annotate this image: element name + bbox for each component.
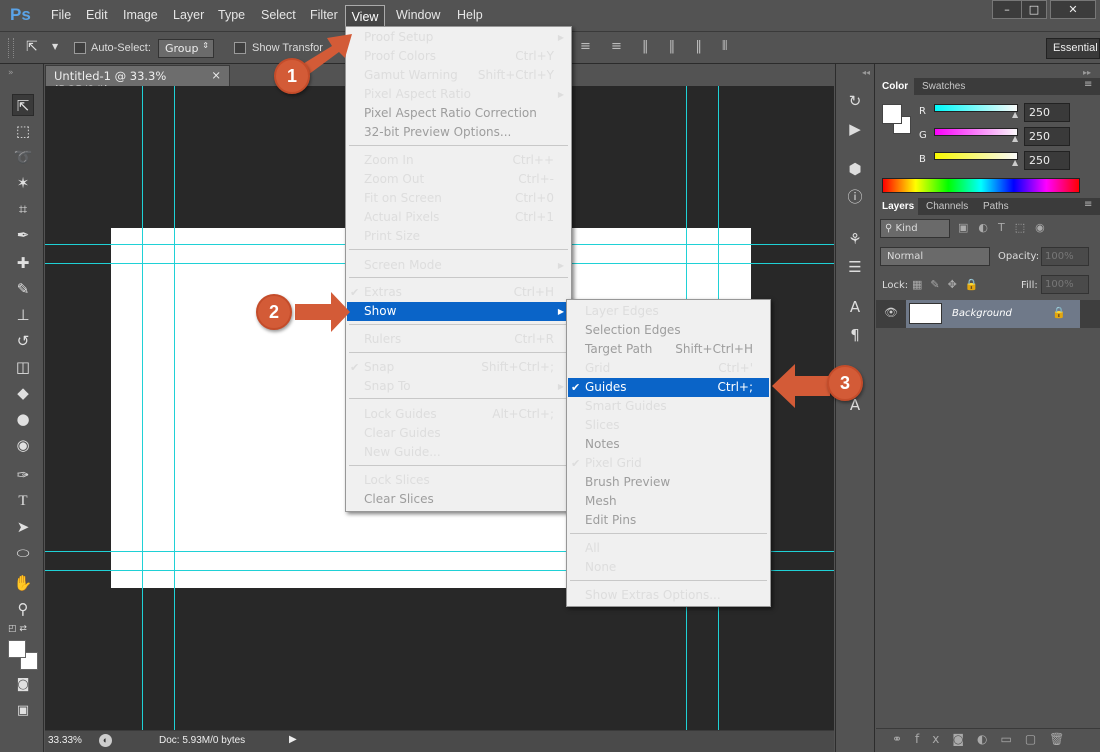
step-badge-3: 3 (827, 365, 863, 401)
annotation-arrows (293, 34, 830, 408)
arrow-3 (772, 364, 830, 408)
step-badge-2: 2 (256, 294, 292, 330)
step-badge-1: 1 (274, 58, 310, 94)
arrow-2 (295, 292, 350, 332)
